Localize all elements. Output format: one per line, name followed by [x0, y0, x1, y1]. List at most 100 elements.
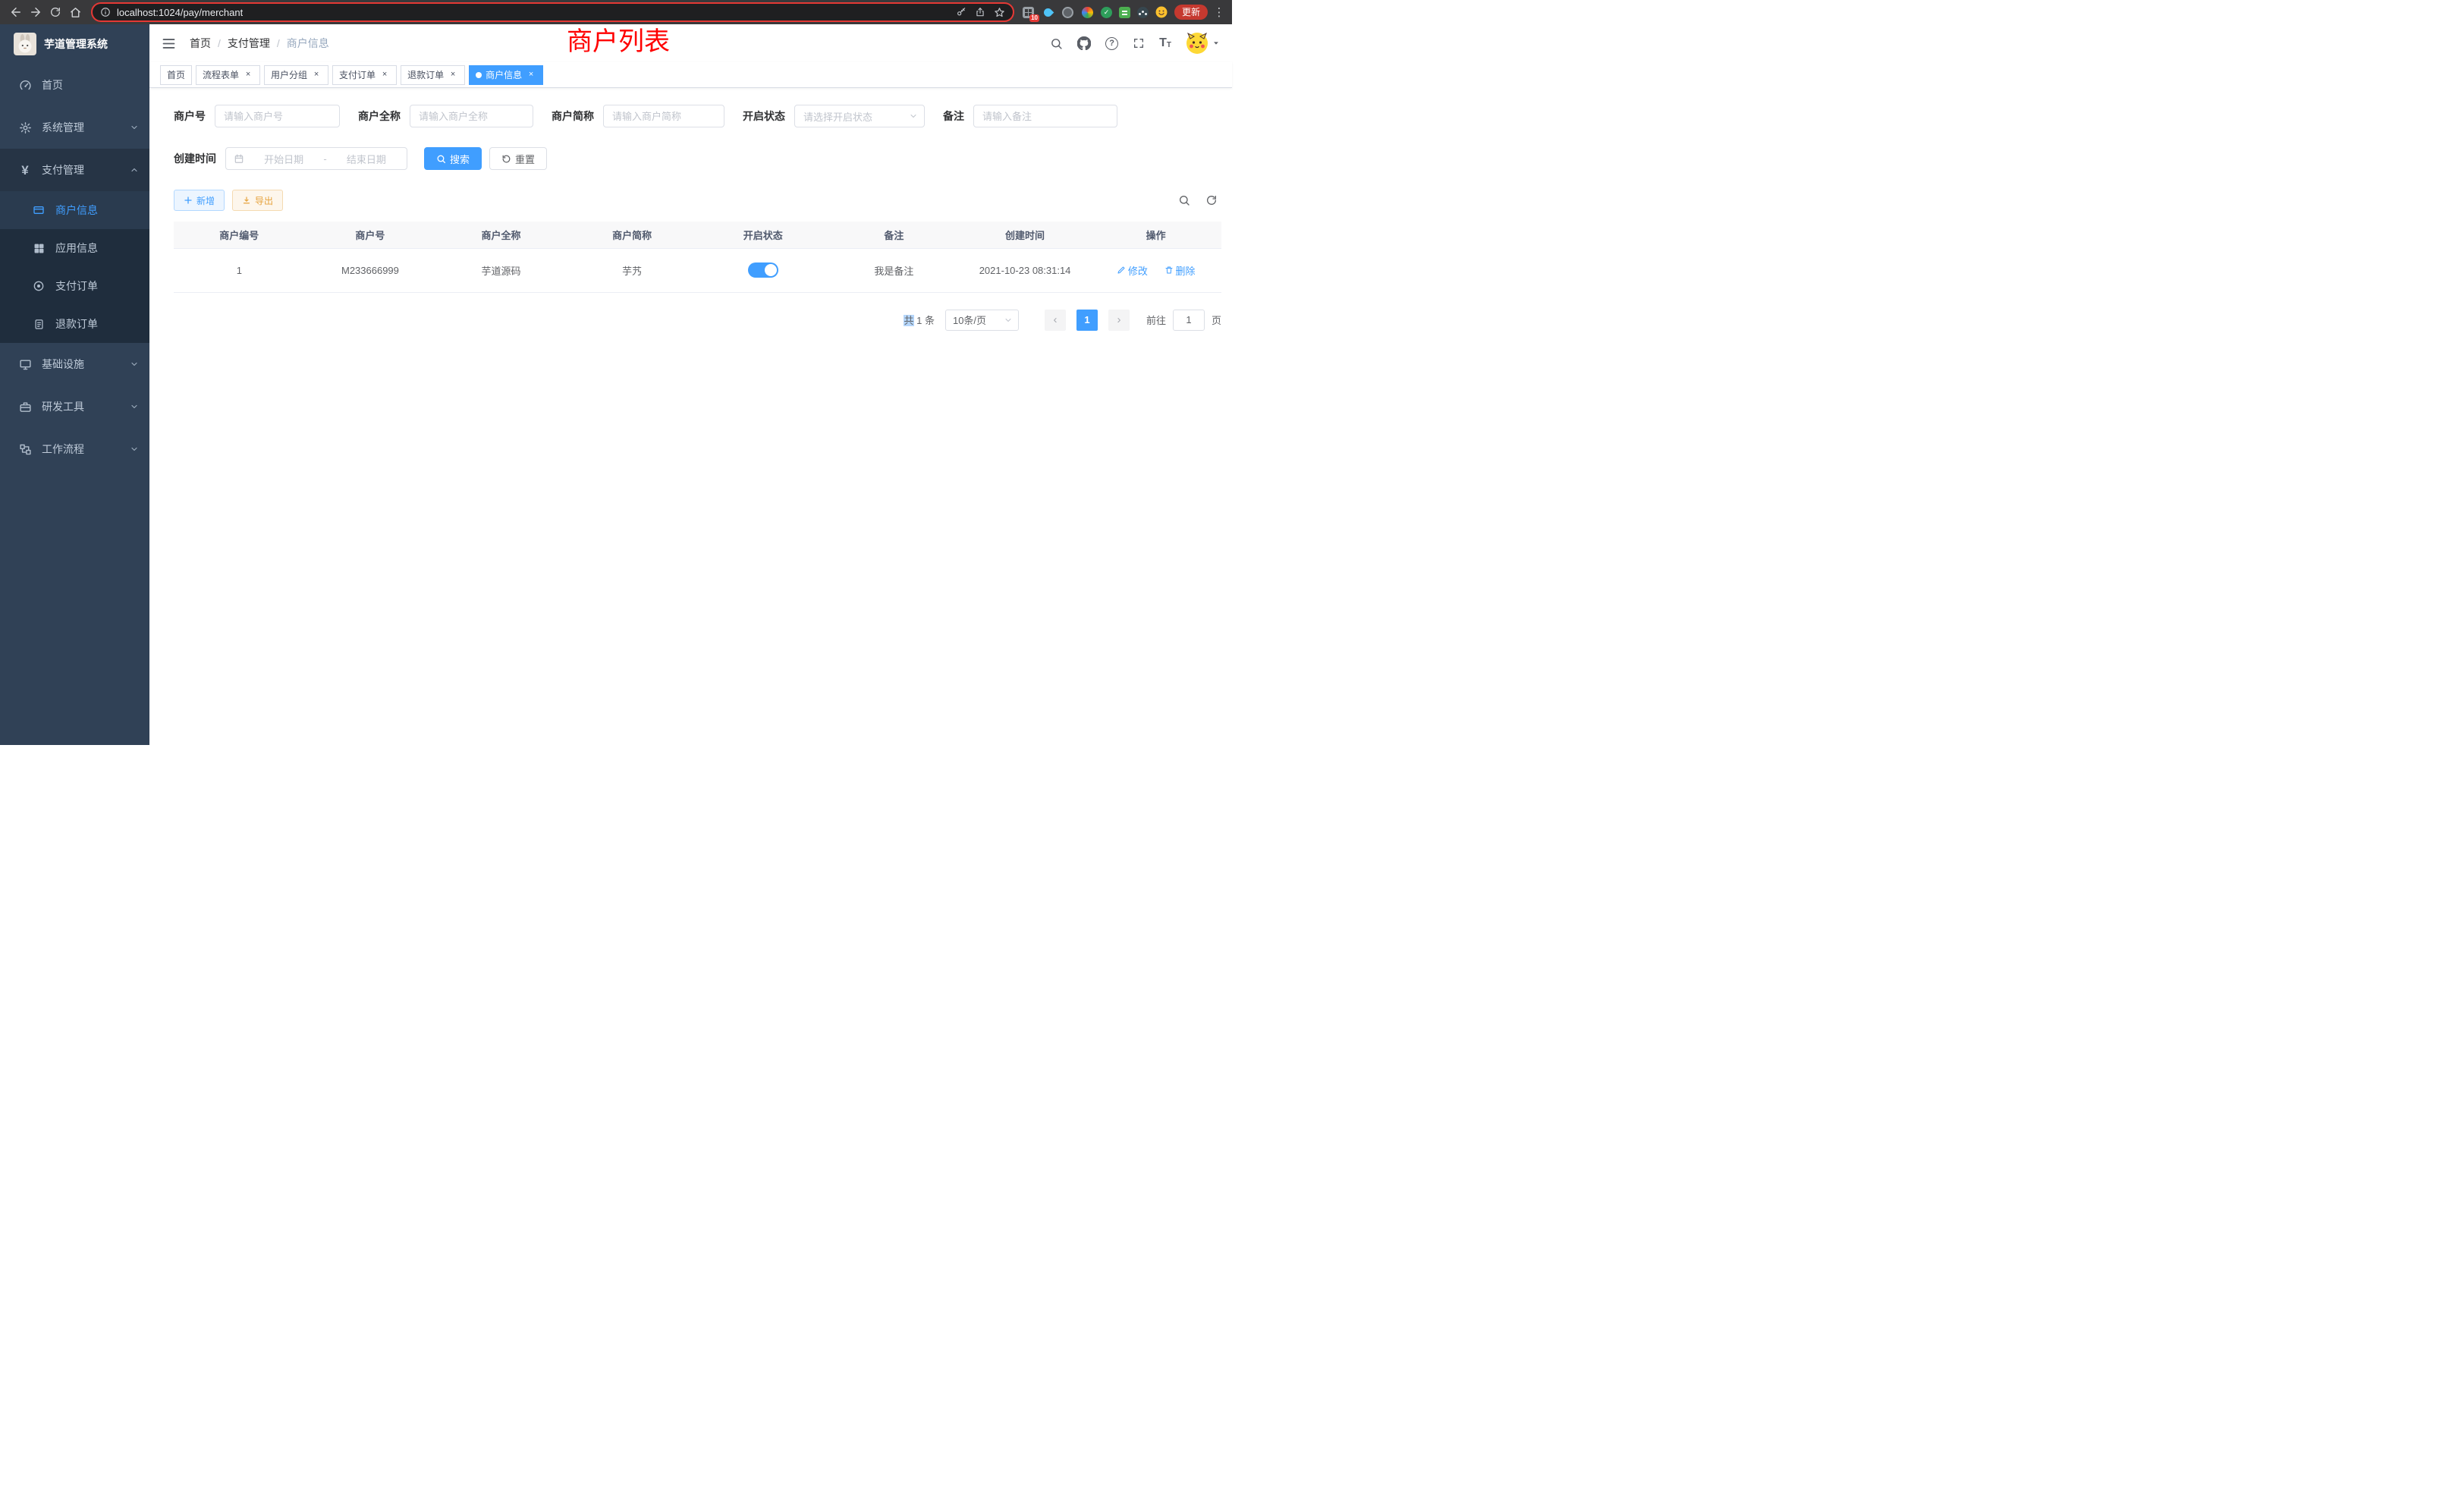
user-avatar-menu[interactable] — [1186, 32, 1220, 55]
extension-colorwheel-icon[interactable] — [1081, 6, 1094, 19]
sidebar-subitem-label: 商户信息 — [55, 203, 98, 218]
password-key-icon[interactable] — [956, 7, 966, 17]
goto-page-input[interactable] — [1173, 310, 1205, 331]
extension-grid-icon[interactable]: 10 — [1022, 6, 1035, 19]
create-time-range-picker[interactable]: 开始日期 - 结束日期 — [225, 147, 407, 170]
caret-down-icon — [1212, 39, 1220, 47]
sidebar-item-infrastructure[interactable]: 基础设施 — [0, 343, 149, 385]
chevron-down-icon — [130, 402, 139, 411]
extension-drop-icon[interactable] — [1042, 6, 1054, 19]
breadcrumb-home[interactable]: 首页 — [190, 36, 211, 51]
merchant-no-input[interactable] — [215, 105, 340, 127]
pagination-total-highlight: 共 — [904, 315, 913, 326]
browser-window: localhost:1024/pay/merchant 10 — [0, 0, 1232, 745]
document-icon — [30, 319, 47, 330]
sidebar-item-workflow[interactable]: 工作流程 — [0, 428, 149, 470]
sidebar-item-home[interactable]: 首页 — [0, 64, 149, 106]
reset-button[interactable]: 重置 — [489, 147, 547, 170]
reload-button[interactable] — [46, 2, 65, 22]
tags-view-bar: 首页 流程表单 用户分组 支付订单 退款订单 — [149, 62, 1232, 88]
toolbox-icon — [17, 401, 33, 413]
cell-full-name: 芋道源码 — [435, 248, 567, 292]
close-icon[interactable] — [243, 70, 253, 80]
table-header-row: 商户编号 商户号 商户全称 商户简称 开启状态 备注 创建时间 操作 — [174, 222, 1221, 248]
pagination: 共 1 条 10条/页 1 前往 页 — [174, 310, 1221, 331]
cell-merchant-no: M233666999 — [305, 248, 436, 292]
toggle-search-icon[interactable] — [1174, 190, 1194, 210]
sidebar-subitem-merchant-info[interactable]: 商户信息 — [0, 191, 149, 229]
cell-merchant-id: 1 — [174, 248, 305, 292]
sidebar-item-dev-tools[interactable]: 研发工具 — [0, 385, 149, 428]
remark-input[interactable] — [973, 105, 1117, 127]
prev-page-button[interactable] — [1045, 310, 1066, 331]
extension-paw-icon[interactable] — [1137, 7, 1149, 18]
delete-link[interactable]: 删除 — [1164, 263, 1196, 278]
chrome-update-button[interactable]: 更新 — [1174, 5, 1208, 20]
edit-link[interactable]: 修改 — [1117, 263, 1148, 278]
extension-dark-icon[interactable] — [1061, 6, 1074, 19]
refresh-table-icon[interactable] — [1202, 190, 1221, 210]
tab-user-group[interactable]: 用户分组 — [264, 65, 328, 85]
search-icon[interactable] — [1050, 37, 1063, 50]
tab-process-form[interactable]: 流程表单 — [196, 65, 260, 85]
close-icon[interactable] — [311, 70, 322, 80]
tab-home[interactable]: 首页 — [160, 65, 192, 85]
forward-button[interactable] — [26, 2, 46, 22]
extension-book-icon[interactable] — [1119, 7, 1130, 18]
next-page-button[interactable] — [1108, 310, 1130, 331]
add-button[interactable]: 新增 — [174, 190, 225, 211]
close-icon[interactable] — [379, 70, 390, 80]
breadcrumb-pay[interactable]: 支付管理 — [228, 36, 270, 51]
search-button[interactable]: 搜索 — [424, 147, 482, 170]
hamburger-icon[interactable] — [162, 37, 176, 50]
status-select-placeholder: 请选择开启状态 — [803, 109, 872, 124]
sidebar-subitem-pay-order[interactable]: 支付订单 — [0, 267, 149, 305]
share-icon[interactable] — [975, 7, 985, 17]
bookmark-star-icon[interactable] — [994, 7, 1005, 18]
card-icon — [30, 204, 47, 216]
extension-badge: 10 — [1029, 14, 1039, 22]
address-bar[interactable]: localhost:1024/pay/merchant — [91, 2, 1014, 22]
close-icon[interactable] — [448, 70, 458, 80]
merchant-short-name-input[interactable] — [603, 105, 724, 127]
sidebar-subitem-refund-order[interactable]: 退款订单 — [0, 305, 149, 343]
github-icon[interactable] — [1077, 36, 1091, 50]
tab-merchant-info[interactable]: 商户信息 — [469, 65, 543, 85]
sidebar-item-system[interactable]: 系统管理 — [0, 106, 149, 149]
page-size-select[interactable]: 10条/页 — [945, 310, 1019, 331]
main-area: 商户列表 首页 / 支付管理 / 商户信息 — [149, 24, 1232, 745]
back-button[interactable] — [6, 2, 26, 22]
sidebar-subitem-app-info[interactable]: 应用信息 — [0, 229, 149, 267]
col-merchant-id: 商户编号 — [174, 222, 305, 248]
extension-check-icon[interactable] — [1101, 7, 1112, 18]
page-info-icon[interactable] — [100, 7, 111, 17]
grid-icon — [30, 243, 47, 254]
col-merchant-no: 商户号 — [305, 222, 436, 248]
cell-short-name: 芋艿 — [567, 248, 698, 292]
chrome-menu-icon[interactable] — [1212, 5, 1226, 19]
font-size-icon[interactable] — [1159, 37, 1171, 49]
home-button[interactable] — [65, 2, 85, 22]
filter-row-1: 商户号 商户全称 商户简称 开启状态 请选择开启状态 — [174, 105, 1221, 127]
status-select[interactable]: 请选择开启状态 — [794, 105, 925, 127]
chevron-down-icon — [1004, 316, 1013, 325]
start-date-placeholder: 开始日期 — [251, 152, 316, 166]
table-row: 1 M233666999 芋道源码 芋艿 我是备注 2021-10-23 08:… — [174, 248, 1221, 292]
status-toggle[interactable] — [748, 262, 778, 278]
app-title: 芋道管理系统 — [44, 36, 108, 52]
extension-smiley-icon[interactable] — [1155, 6, 1168, 19]
page-number-1[interactable]: 1 — [1076, 310, 1098, 331]
chevron-down-icon — [130, 360, 139, 369]
help-icon[interactable] — [1105, 37, 1118, 50]
sidebar-item-payment[interactable]: ¥ 支付管理 — [0, 149, 149, 191]
close-icon[interactable] — [526, 70, 536, 80]
tab-pay-order[interactable]: 支付订单 — [332, 65, 397, 85]
export-button[interactable]: 导出 — [232, 190, 283, 211]
col-create-time: 创建时间 — [960, 222, 1091, 248]
sidebar: 芋道管理系统 首页 系统管理 — [0, 24, 149, 745]
fullscreen-icon[interactable] — [1133, 37, 1145, 49]
breadcrumb-current: 商户信息 — [287, 36, 329, 51]
merchant-name-input[interactable] — [410, 105, 533, 127]
tab-refund-order[interactable]: 退款订单 — [401, 65, 465, 85]
breadcrumb-separator: / — [277, 37, 280, 49]
